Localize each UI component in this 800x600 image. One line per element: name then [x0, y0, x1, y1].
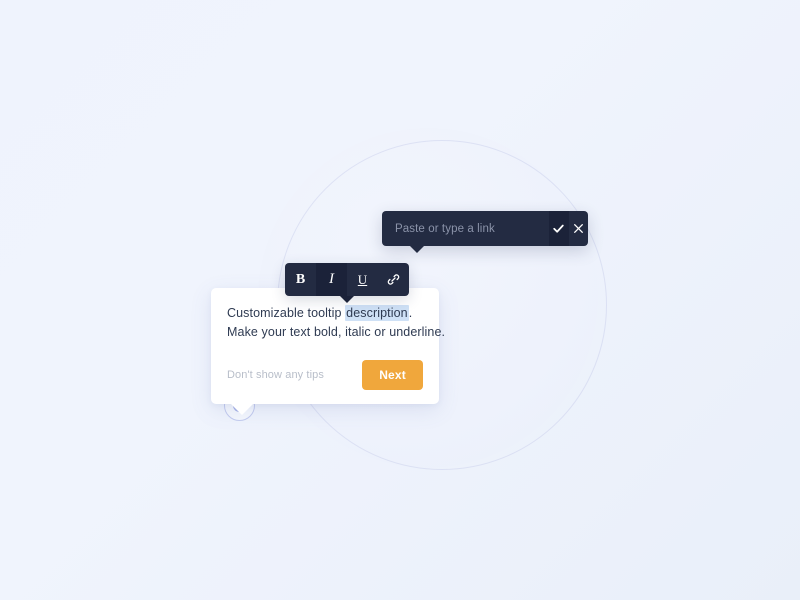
tooltip-card: Customizable tooltip description. Make y…	[211, 288, 446, 415]
tooltip-footer: Don't show any tips Next	[227, 360, 423, 404]
link-input-popup	[382, 211, 589, 253]
next-button[interactable]: Next	[362, 360, 423, 390]
check-icon[interactable]	[549, 211, 569, 246]
dont-show-tips-link[interactable]: Don't show any tips	[227, 369, 324, 381]
underline-icon[interactable]: U	[347, 263, 378, 296]
text-format-toolbar: B I U	[285, 263, 409, 303]
link-url-input[interactable]	[382, 211, 549, 246]
tooltip-description-suffix: .	[408, 306, 413, 320]
bold-icon[interactable]: B	[285, 263, 316, 296]
close-icon[interactable]	[569, 211, 589, 246]
tooltip-description-line: Customizable tooltip description.	[227, 304, 423, 323]
link-chain-icon[interactable]	[378, 263, 409, 296]
italic-icon[interactable]: I	[316, 263, 347, 296]
tooltip-selected-text[interactable]: description	[345, 305, 409, 321]
tooltip-description-prefix: Customizable tooltip	[227, 306, 346, 320]
tooltip-instruction-line: Make your text bold, italic or underline…	[227, 325, 446, 339]
